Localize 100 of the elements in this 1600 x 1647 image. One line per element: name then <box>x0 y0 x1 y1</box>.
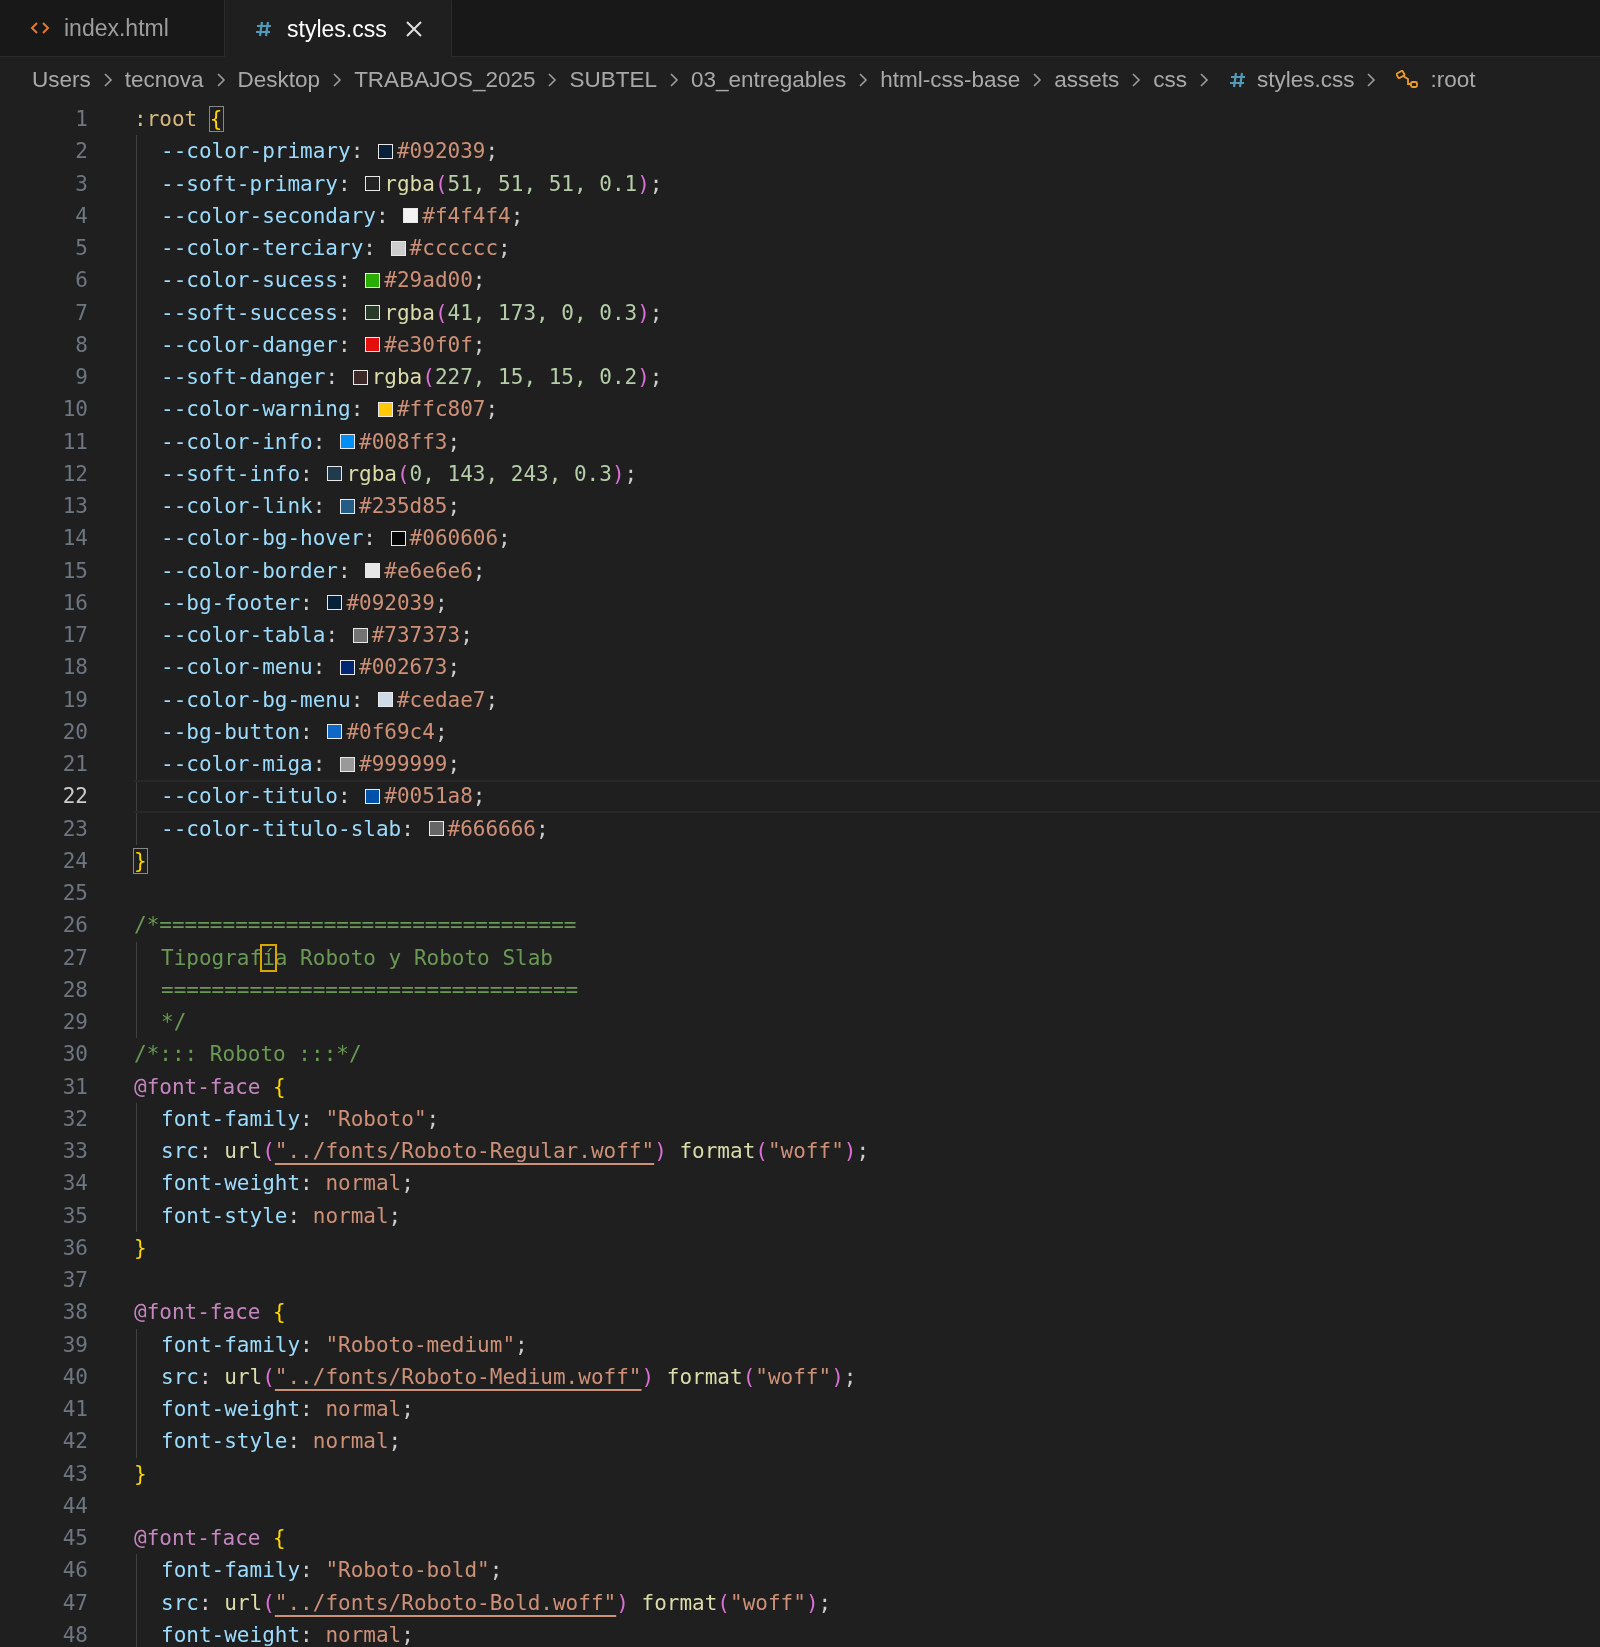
symbol-structure-icon <box>1396 70 1421 90</box>
code-text: font-family: "Roboto-medium"; <box>161 1331 528 1359</box>
line-number: 37 <box>61 1267 88 1294</box>
line-number: 2 <box>74 138 88 166</box>
code-text: --color-bg-hover: <box>161 525 377 553</box>
line-number: 10 <box>61 396 88 424</box>
color-swatch[interactable] <box>365 563 381 579</box>
line-number: 5 <box>74 235 88 262</box>
code-text: --color-warning: <box>161 396 365 424</box>
color-swatch[interactable] <box>403 208 419 224</box>
color-swatch[interactable] <box>428 821 444 837</box>
line-number: 33 <box>61 1138 88 1165</box>
color-swatch[interactable] <box>365 337 381 353</box>
code-text: font-style: normal; <box>161 1428 402 1456</box>
color-swatch[interactable] <box>327 595 343 611</box>
line-number: 30 <box>61 1041 88 1069</box>
code-text: rgba(41, 173, 0, 0.3); <box>384 299 663 327</box>
chevron-right-icon <box>215 72 226 88</box>
code-text: #666666; <box>447 815 549 843</box>
color-swatch[interactable] <box>365 272 381 288</box>
code-text: --soft-success: <box>161 299 352 327</box>
code-brackets-icon <box>30 20 50 36</box>
chevron-right-icon <box>669 72 679 88</box>
code-text: --bg-button: <box>161 718 314 746</box>
code-text: --soft-danger: <box>161 364 340 391</box>
breadcrumb-item[interactable]: html-css-base <box>880 67 1021 93</box>
code-text: --color-titulo: <box>161 783 352 811</box>
line-number: 13 <box>61 493 88 520</box>
color-swatch[interactable] <box>352 627 368 643</box>
color-swatch[interactable] <box>340 434 355 450</box>
code-text: --color-danger: <box>161 331 352 359</box>
code-text: #092039; <box>396 138 499 166</box>
code-text: --color-link: <box>161 493 327 520</box>
color-swatch[interactable] <box>327 724 343 740</box>
code-text: #999999; <box>359 751 461 778</box>
code-text: --soft-info: <box>161 460 314 488</box>
line-number: 34 <box>61 1170 88 1198</box>
breadcrumb-item[interactable]: css <box>1153 67 1187 93</box>
breadcrumb-item[interactable]: TRABAJOS_2025 <box>354 67 536 93</box>
editor-tab[interactable]: styles.css <box>225 0 452 57</box>
color-swatch[interactable] <box>327 466 343 482</box>
breadcrumb-item[interactable]: :root <box>1430 67 1476 93</box>
line-number: 42 <box>61 1428 88 1456</box>
breadcrumb-item[interactable]: Desktop <box>237 67 321 93</box>
line-number: 39 <box>61 1331 88 1359</box>
breadcrumb-item[interactable]: styles.css <box>1256 67 1355 93</box>
code-text: #e6e6e6; <box>384 557 486 585</box>
line-number: 29 <box>61 1009 88 1036</box>
breadcrumb-item[interactable]: tecnova <box>124 67 204 93</box>
code-text: #002673; <box>359 654 461 682</box>
code-text: --color-sucess: <box>161 267 352 295</box>
color-swatch[interactable] <box>377 143 393 159</box>
line-number: 40 <box>61 1363 88 1391</box>
color-swatch[interactable] <box>340 659 355 675</box>
code-text: --soft-primary: <box>161 170 352 198</box>
breadcrumb-item[interactable]: assets <box>1054 67 1120 93</box>
color-swatch[interactable] <box>340 756 355 772</box>
code-text: --color-secondary: <box>161 202 390 230</box>
code-text: rgba(0, 143, 243, 0.3); <box>346 460 638 488</box>
color-swatch[interactable] <box>390 240 406 256</box>
close-icon[interactable] <box>404 20 423 38</box>
chevron-right-icon <box>547 72 558 88</box>
color-swatch[interactable] <box>365 176 381 192</box>
chevron-right-icon <box>1366 72 1377 88</box>
code-text: #cccccc; <box>409 235 511 262</box>
code-text: */ <box>161 1009 187 1036</box>
line-number: 16 <box>61 589 88 617</box>
code-text: rgba(51, 51, 51, 0.1); <box>384 170 663 198</box>
line-number: 17 <box>61 622 88 649</box>
color-swatch[interactable] <box>352 369 368 385</box>
code-text: --color-bg-menu: <box>161 686 365 714</box>
line-number: 26 <box>61 912 88 940</box>
code-text: #0f69c4; <box>346 718 448 746</box>
color-swatch[interactable] <box>365 305 381 321</box>
color-swatch[interactable] <box>340 498 355 514</box>
color-swatch[interactable] <box>365 788 381 804</box>
code-text: } <box>134 1460 147 1488</box>
breadcrumb-item[interactable]: 03_entregables <box>691 67 847 93</box>
line-number: 44 <box>61 1492 88 1520</box>
line-number: 1 <box>74 106 88 133</box>
code-text: #092039; <box>346 589 448 617</box>
color-swatch[interactable] <box>377 401 393 417</box>
line-number: 28 <box>61 976 88 1004</box>
code-text: Tipografía Roboto y Roboto Slab <box>161 944 553 972</box>
hash-icon <box>1228 71 1247 89</box>
code-text: #ffc807; <box>396 396 499 424</box>
code-text: @font-face { <box>134 1525 286 1552</box>
code-text: --color-menu: <box>161 654 327 682</box>
line-number: 8 <box>74 331 88 359</box>
code-text: --color-tabla: <box>161 622 340 649</box>
color-swatch[interactable] <box>377 692 393 708</box>
code-text: src: url("../fonts/Roboto-Medium.woff") format("woff"); <box>161 1363 857 1391</box>
code-text: font-weight: normal; <box>161 1396 414 1423</box>
line-number: 38 <box>61 1299 88 1327</box>
code-text: --bg-footer: <box>161 589 314 617</box>
breadcrumb-item[interactable]: Users <box>32 67 91 93</box>
code-text: #235d85; <box>359 493 461 520</box>
color-swatch[interactable] <box>390 530 406 546</box>
code-text: /*================================= <box>134 912 577 940</box>
breadcrumb-item[interactable]: SUBTEL <box>569 67 657 93</box>
